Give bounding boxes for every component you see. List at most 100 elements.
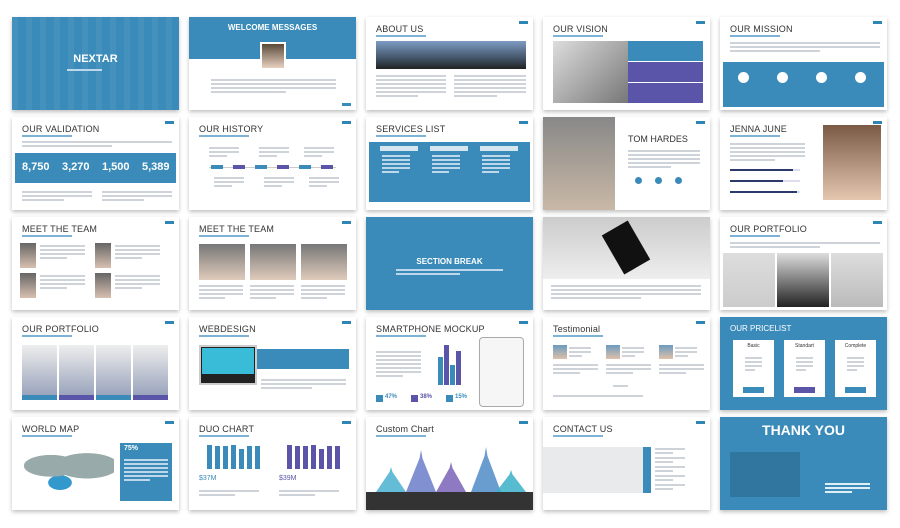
text-line <box>730 143 805 145</box>
text-line <box>301 293 345 295</box>
text-line <box>730 159 775 161</box>
page-tag <box>873 221 882 224</box>
city-photo <box>376 41 526 69</box>
text-line <box>628 162 700 164</box>
slide-duo[interactable]: DUO CHART $37M $39M <box>189 417 356 510</box>
slide-cards[interactable] <box>543 217 710 310</box>
portrait <box>543 117 615 210</box>
slide-history[interactable]: OUR HISTORY <box>189 117 356 210</box>
text-line <box>454 91 526 93</box>
project-label <box>59 395 94 400</box>
subtitle-line <box>553 335 603 337</box>
text-line <box>67 69 102 71</box>
text-line <box>432 171 449 173</box>
slide-phone[interactable]: SMARTPHONE MOCKUP 47% 38% 15% <box>366 317 533 410</box>
text-line <box>622 347 644 349</box>
timeline-marker <box>211 165 223 169</box>
feature-band <box>723 62 884 107</box>
slide-title: OUR VALIDATION <box>22 124 100 134</box>
slide-welcome[interactable]: WELCOME MESSAGES <box>189 17 356 110</box>
page-tag <box>696 21 705 24</box>
slide-custom[interactable]: Custom Chart <box>366 417 533 510</box>
subtitle-line <box>199 435 249 437</box>
slide-team4[interactable]: MEET THE TEAM <box>12 217 179 310</box>
page-tag <box>519 21 528 24</box>
photo <box>553 41 628 103</box>
slide-thanks[interactable]: THANK YOU <box>720 417 887 510</box>
text-line <box>796 365 813 367</box>
text-line <box>569 347 591 349</box>
slide-title: WEBDESIGN <box>199 324 256 334</box>
text-line <box>261 383 346 385</box>
slide-team3[interactable]: MEET THE TEAM <box>189 217 356 310</box>
subtitle-line <box>376 35 426 37</box>
text-line <box>628 150 700 152</box>
subtitle-line <box>199 135 249 137</box>
slide-cover[interactable]: NEXTAR <box>12 17 179 110</box>
peak-shape <box>406 450 436 492</box>
slide-title: Testimonial <box>553 324 601 334</box>
slide-map[interactable]: WORLD MAP 75% <box>12 417 179 510</box>
text-line <box>745 357 762 359</box>
laptop-image <box>730 452 800 497</box>
text-line <box>675 351 697 353</box>
page-tag <box>696 121 705 124</box>
text-line <box>115 287 142 289</box>
slide-stats[interactable]: OUR VALIDATION 8,750 3,270 1,500 5,389 <box>12 117 179 210</box>
text-line <box>655 470 673 472</box>
text-line <box>214 181 244 183</box>
slide-title: WELCOME MESSAGES <box>227 23 318 32</box>
slide-person-right[interactable]: JENNA JUNE <box>720 117 887 210</box>
text-line <box>376 87 446 89</box>
slide-title: OUR HISTORY <box>199 124 264 134</box>
page-tag <box>342 221 351 224</box>
slide-about[interactable]: ABOUT US <box>366 17 533 110</box>
slide-portfolio2[interactable]: OUR PORTFOLIO <box>720 217 887 310</box>
slide-contact[interactable]: CONTACT US <box>543 417 710 510</box>
buy-button[interactable] <box>845 387 866 393</box>
project-label <box>133 395 168 400</box>
text-line <box>259 147 289 149</box>
team-photo <box>20 273 36 298</box>
text-line <box>22 145 112 147</box>
buy-button[interactable] <box>743 387 764 393</box>
slide-web[interactable]: WEBDESIGN <box>189 317 356 410</box>
feature-icon <box>738 72 749 83</box>
text-line <box>115 245 160 247</box>
text-line <box>432 163 460 165</box>
slide-title: JENNA JUNE <box>730 124 788 134</box>
buy-button[interactable] <box>794 387 815 393</box>
chart-bar <box>438 357 443 385</box>
text-line <box>730 50 820 52</box>
page-tag <box>165 321 174 324</box>
award-icon <box>635 177 642 184</box>
text-line <box>730 242 880 244</box>
map-image <box>543 447 643 493</box>
chart-bar <box>287 445 292 469</box>
slide-mission[interactable]: OUR MISSION <box>720 17 887 110</box>
slide-vision[interactable]: OUR VISION <box>543 17 710 110</box>
text-line <box>209 155 227 157</box>
subtitle-line <box>22 135 72 137</box>
text-line <box>659 372 686 374</box>
text-line <box>115 257 142 259</box>
slide-pricing[interactable]: OUR PRICELIST Basic Standart Complete <box>720 317 887 410</box>
page-tag <box>165 221 174 224</box>
text-line <box>115 275 160 277</box>
slide-testimonial[interactable]: Testimonial <box>543 317 710 410</box>
portfolio-image <box>96 345 131 395</box>
text-line <box>40 287 67 289</box>
slide-portfolio[interactable]: OUR PORTFOLIO <box>12 317 179 410</box>
stat-value: 8,750 <box>22 161 50 173</box>
text-line <box>259 151 289 153</box>
slide-person-left[interactable]: TOM HARDES <box>543 117 710 210</box>
slide-section[interactable]: SECTION BREAK <box>366 217 533 310</box>
text-line <box>261 387 312 389</box>
text-line <box>606 368 651 370</box>
text-line <box>279 494 315 496</box>
slide-title: OUR PORTFOLIO <box>22 324 99 334</box>
text-line <box>730 147 805 149</box>
slide-services[interactable]: SERVICES LIST <box>366 117 533 210</box>
stat-value: 75% <box>124 445 139 452</box>
text-line <box>730 42 880 44</box>
